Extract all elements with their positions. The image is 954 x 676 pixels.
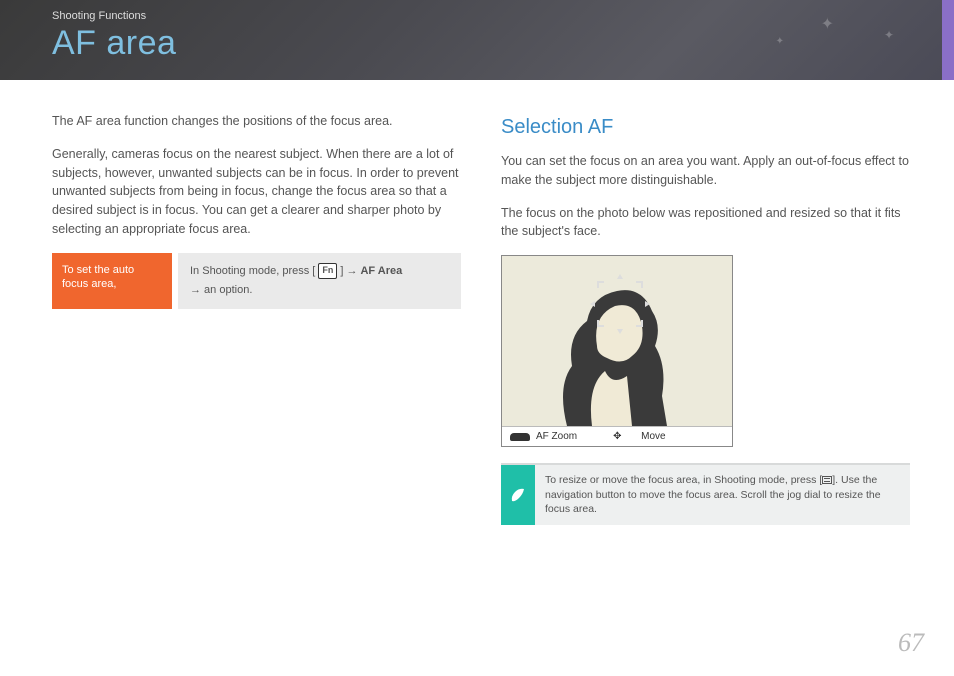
- body-text: Generally, cameras focus on the nearest …: [52, 145, 461, 239]
- photo-control-bar: AF Zoom Move: [502, 426, 732, 446]
- instr-bold: AF Area: [360, 263, 402, 280]
- right-column: Selection AF You can set the focus on an…: [501, 112, 910, 525]
- instruction-label: To set the auto focus area,: [52, 253, 172, 309]
- instruction-row: To set the auto focus area, In Shooting …: [52, 253, 461, 309]
- page-number: 67: [898, 628, 924, 658]
- instruction-detail: In Shooting mode, press [ Fn ] → AF Area…: [178, 253, 461, 309]
- left-column: The AF area function changes the positio…: [52, 112, 461, 525]
- photo-image: [502, 256, 732, 426]
- section-title: Selection AF: [501, 112, 910, 142]
- note-box: To resize or move the focus area, in Sho…: [501, 463, 910, 525]
- page-header: ✦ ✦ ✦ Shooting Functions AF area: [0, 0, 954, 80]
- note-text: To resize or move the focus area, in Sho…: [535, 465, 910, 525]
- selection-p1: You can set the focus on an area you wan…: [501, 152, 910, 190]
- note-icon: [501, 465, 535, 525]
- content-area: The AF area function changes the positio…: [0, 80, 954, 525]
- instr-post: → an option.: [190, 282, 252, 299]
- menu-button-icon: [822, 476, 832, 484]
- instr-mid: ] →: [340, 263, 357, 280]
- note-pre: To resize or move the focus area, in Sho…: [545, 474, 822, 486]
- selection-p2: The focus on the photo below was reposit…: [501, 204, 910, 242]
- jog-dial-icon: [510, 433, 530, 441]
- instr-pre: In Shooting mode, press [: [190, 263, 315, 280]
- nav-button-icon: [613, 432, 623, 442]
- move-label: Move: [641, 429, 665, 444]
- af-zoom-label: AF Zoom: [536, 429, 577, 444]
- breadcrumb: Shooting Functions: [52, 10, 954, 22]
- intro-text: The AF area function changes the positio…: [52, 112, 461, 131]
- fn-button-icon: Fn: [318, 263, 337, 279]
- example-photo: AF Zoom Move: [501, 255, 733, 447]
- focus-frame-icon: [590, 274, 650, 334]
- page-title: AF area: [52, 24, 954, 63]
